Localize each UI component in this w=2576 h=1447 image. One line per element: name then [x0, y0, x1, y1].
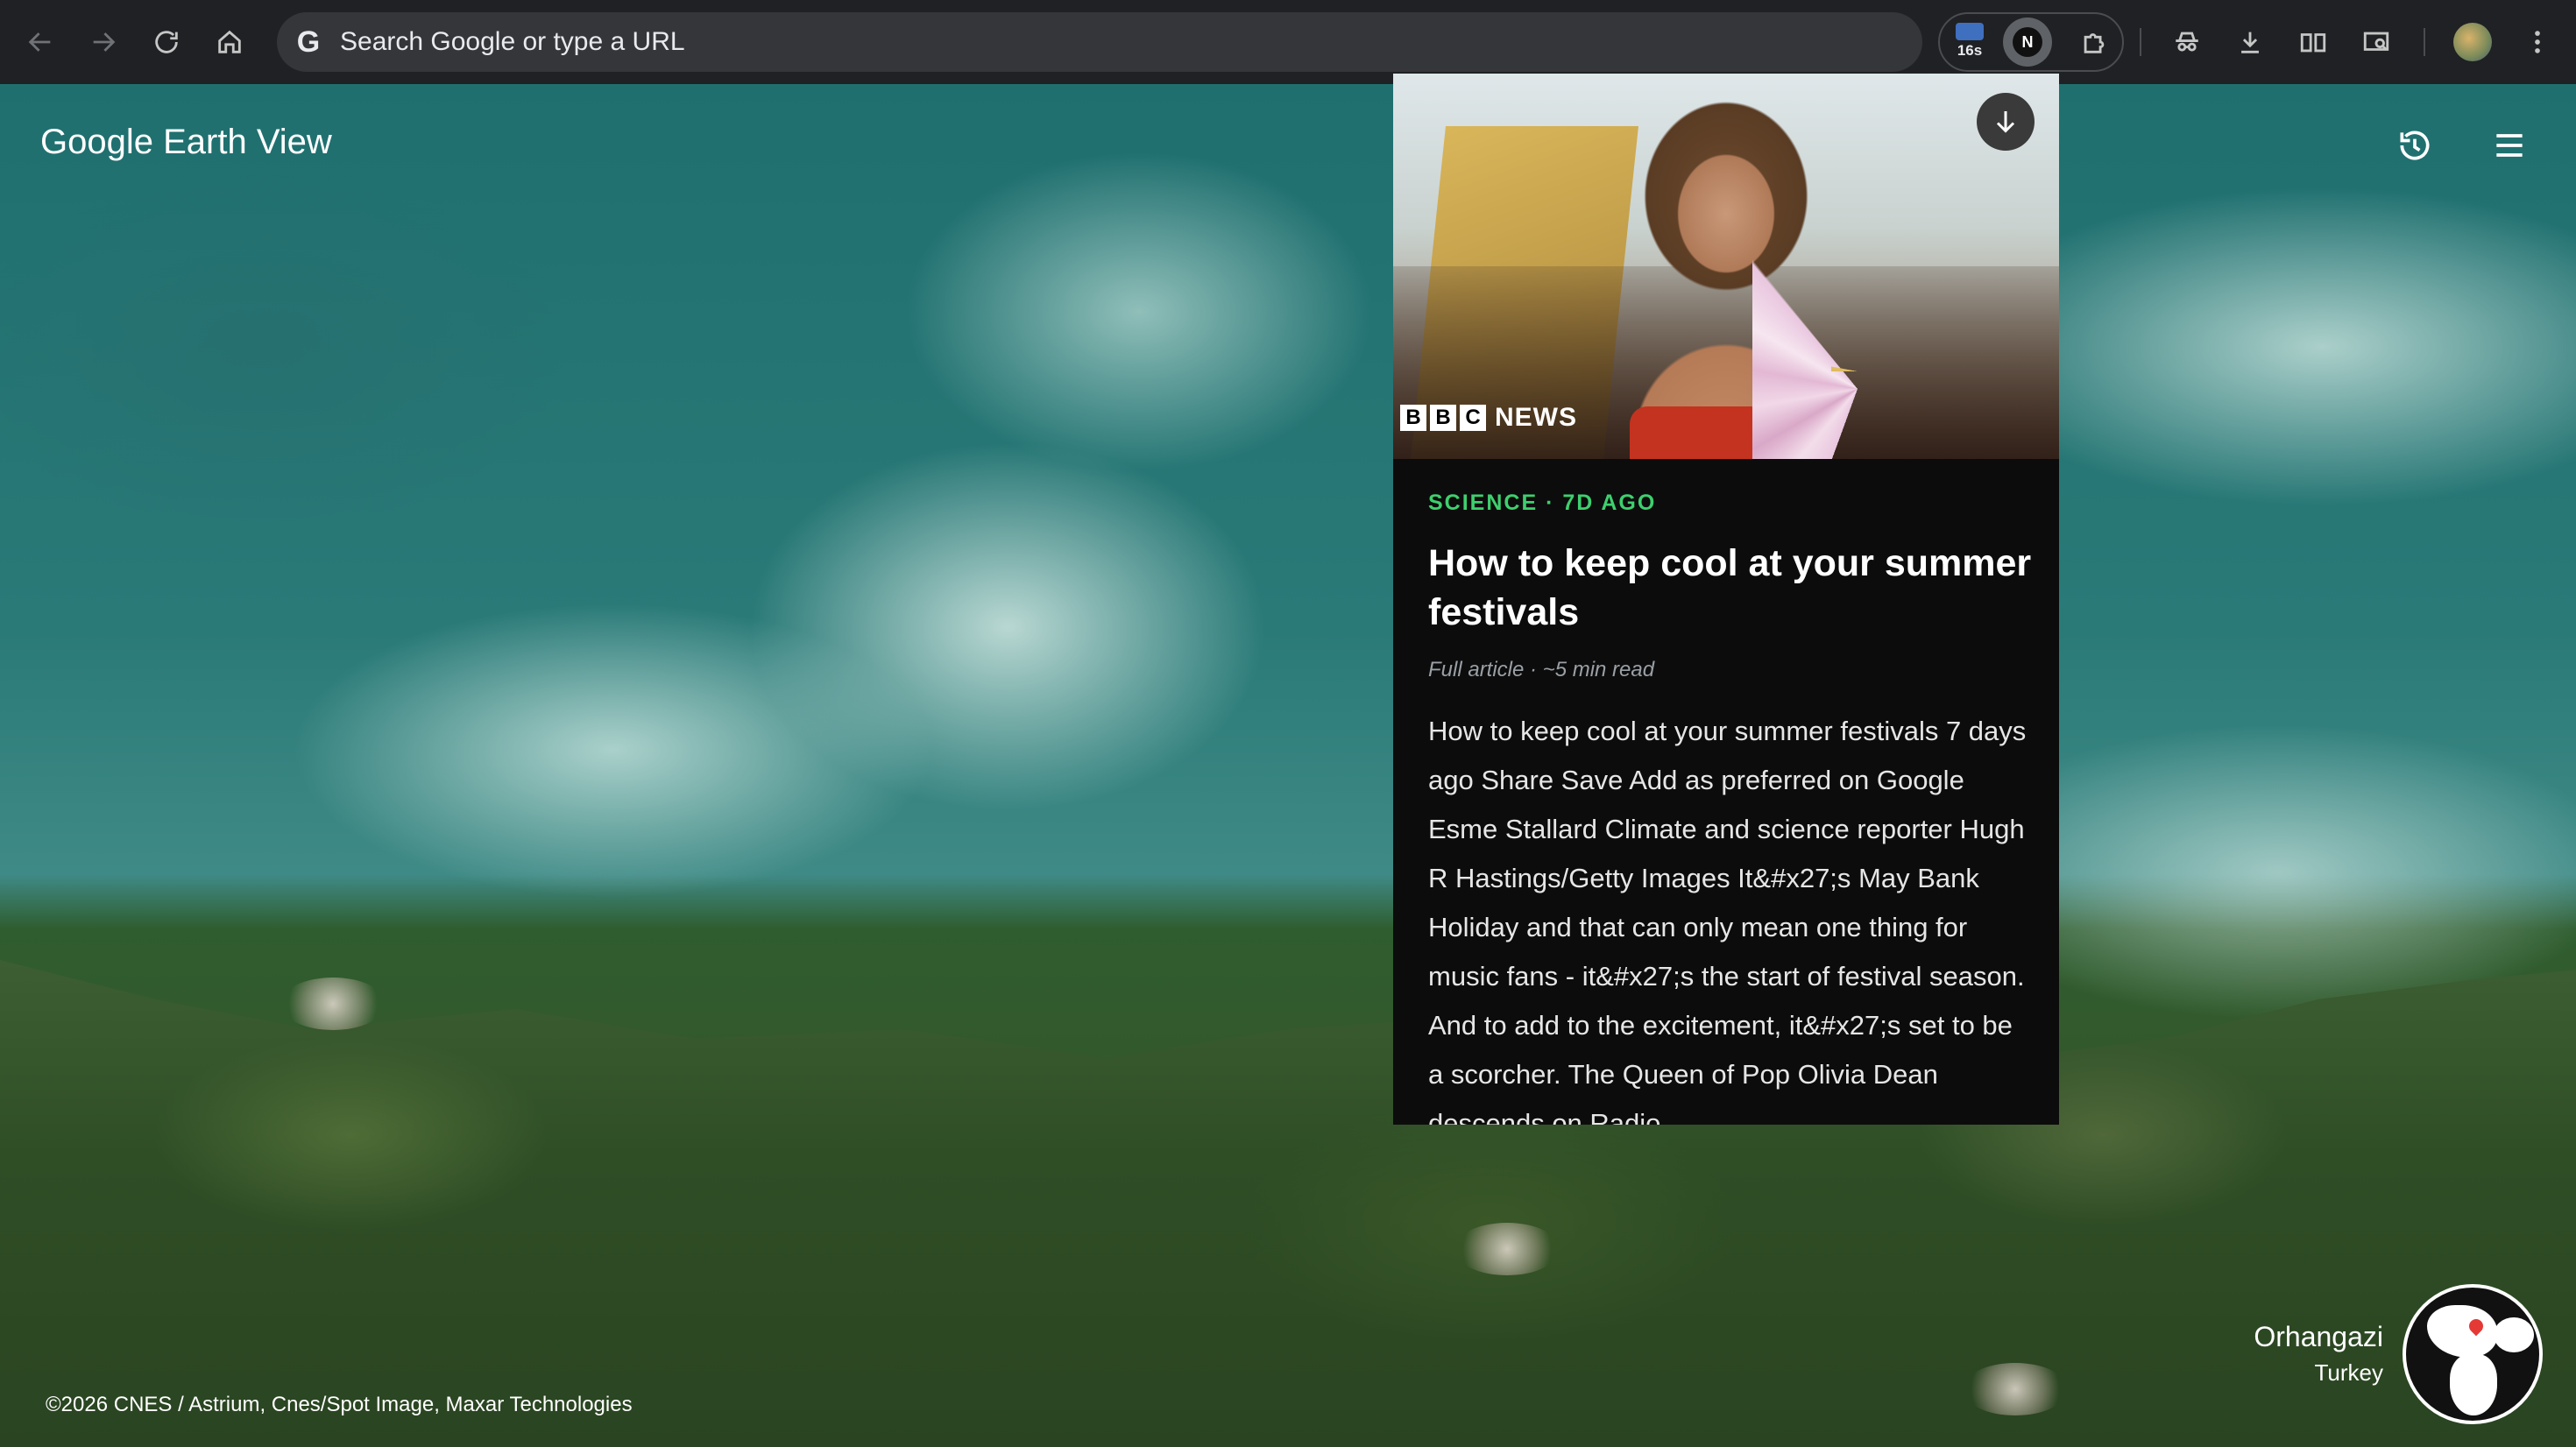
- extension-n-label: N: [2013, 27, 2042, 57]
- download-arrow-icon[interactable]: [1977, 93, 2035, 151]
- reload-icon[interactable]: [144, 19, 189, 65]
- toolbar-separator: [2424, 28, 2425, 56]
- earth-view-brand[interactable]: Google Earth View: [40, 123, 332, 162]
- imagery-copyright: ©2026 CNES / Astrium, Cnes/Spot Image, M…: [46, 1393, 633, 1416]
- satellite-image: [0, 84, 2576, 1447]
- omnibox-placeholder[interactable]: Search Google or type a URL: [340, 12, 685, 72]
- article-card[interactable]: B B C NEWS SCIENCE · 7D AGO How to keep …: [1393, 74, 2059, 1125]
- kebab-menu-icon[interactable]: [2515, 19, 2560, 65]
- article-title[interactable]: How to keep cool at your summer festival…: [1428, 539, 2033, 637]
- article-category-meta: SCIENCE · 7D AGO: [1428, 491, 1657, 515]
- location-country: Turkey: [2314, 1359, 2384, 1386]
- browser-toolbar: G Search Google or type a URL 16s N: [0, 0, 2576, 84]
- village-area: [1963, 1363, 2068, 1415]
- globe-icon[interactable]: [2403, 1284, 2543, 1424]
- article-excerpt: How to keep cool at your summer festival…: [1428, 716, 2027, 1125]
- tab-search-icon[interactable]: [2353, 19, 2399, 65]
- forward-arrow-icon[interactable]: [81, 19, 126, 65]
- reading-list-icon[interactable]: [2290, 19, 2336, 65]
- toolbar-separator: [2140, 28, 2141, 56]
- bbc-news-logo: B B C NEWS: [1400, 403, 1577, 433]
- omnibox[interactable]: G Search Google or type a URL: [277, 12, 1922, 72]
- coastline-land: [0, 960, 2576, 1447]
- village-area: [280, 978, 386, 1030]
- back-arrow-icon[interactable]: [18, 19, 63, 65]
- extension-timer-label: 16s: [1957, 42, 1983, 59]
- extension-puzzle-icon[interactable]: [2071, 19, 2117, 65]
- extension-n-button[interactable]: N: [2003, 18, 2052, 67]
- article-image: B B C NEWS: [1393, 74, 2059, 459]
- hamburger-menu-icon[interactable]: [2483, 119, 2536, 172]
- article-body: SCIENCE · 7D AGO How to keep cool at you…: [1428, 491, 2033, 1125]
- extension-image-icon: [1956, 23, 1984, 40]
- location-city: Orhangazi: [2254, 1321, 2383, 1352]
- profile-avatar[interactable]: [2453, 23, 2492, 61]
- home-icon[interactable]: [207, 19, 252, 65]
- village-area: [1454, 1223, 1560, 1275]
- history-icon[interactable]: [2388, 119, 2441, 172]
- article-read-info: Full article · ~5 min read: [1428, 658, 1655, 681]
- download-icon[interactable]: [2227, 19, 2273, 65]
- extension-timer[interactable]: 16s: [1950, 21, 1989, 63]
- google-g-icon: G: [296, 25, 321, 59]
- incognito-icon[interactable]: [2164, 19, 2210, 65]
